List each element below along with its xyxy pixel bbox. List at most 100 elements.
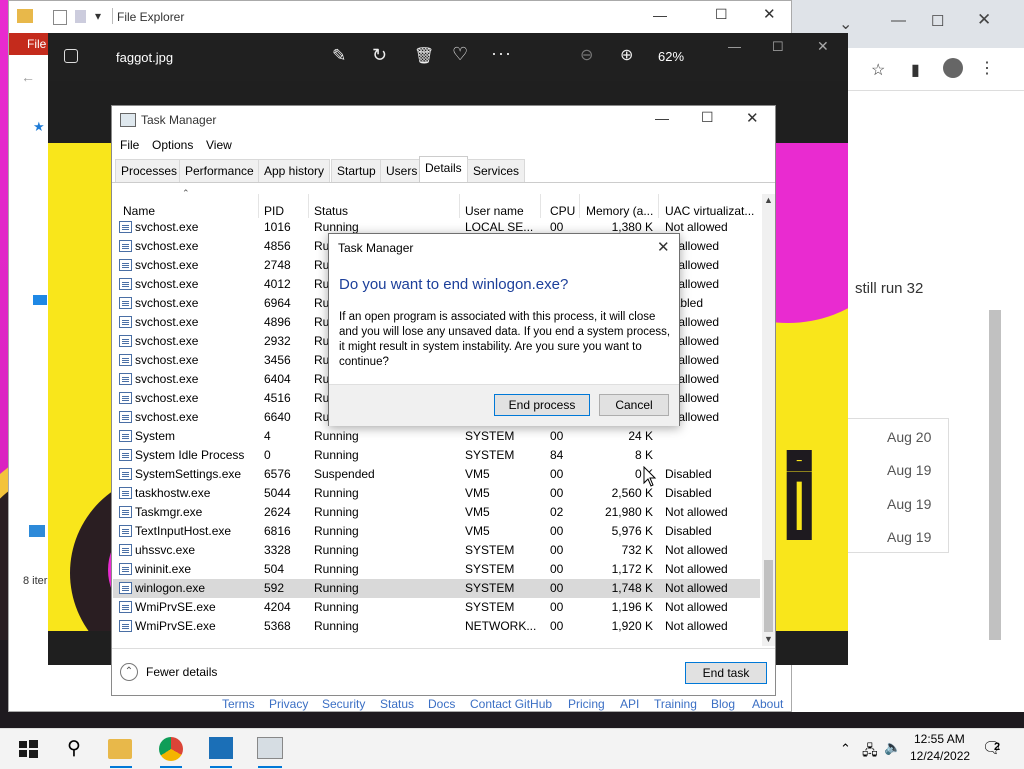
clock-date[interactable]: 12/24/2022 — [910, 749, 970, 763]
new-folder-icon[interactable] — [75, 10, 86, 23]
tab-startup[interactable]: Startup — [331, 159, 382, 182]
delete-icon[interactable]: 🗑 — [414, 46, 434, 66]
minimize-icon[interactable]: — — [728, 39, 741, 54]
star-icon[interactable]: ☆ — [871, 60, 885, 80]
github-footer: Terms Privacy Security Status Docs Conta… — [220, 696, 790, 712]
menu-options[interactable]: Options — [152, 138, 193, 152]
properties-icon[interactable] — [53, 10, 67, 25]
footer-link[interactable]: About — [752, 697, 783, 711]
zoom-in-icon[interactable]: ⊕ — [620, 45, 633, 65]
cell-name: Taskmgr.exe — [135, 505, 203, 519]
close-icon[interactable]: ✕ — [746, 109, 759, 127]
table-row[interactable]: System 4 Running SYSTEM 00 24 K — [113, 427, 760, 446]
close-icon[interactable]: ✕ — [657, 238, 670, 256]
footer-link[interactable]: API — [620, 697, 639, 711]
footer-link[interactable]: Status — [380, 697, 414, 711]
maximize-icon[interactable]: ☐ — [715, 6, 728, 23]
table-row[interactable]: winlogon.exe 592 Running SYSTEM 00 1,748 K Not… — [113, 579, 760, 598]
table-row[interactable]: uhssvc.exe 3328 Running SYSTEM 00 732 K Not al… — [113, 541, 760, 560]
task-manager-taskbar-icon[interactable] — [257, 737, 283, 759]
back-arrow-icon[interactable]: ← — [21, 69, 35, 85]
chrome-menu-icon[interactable]: ⋮ — [979, 58, 995, 78]
scroll-down-icon[interactable]: ▼ — [764, 634, 773, 644]
network-icon[interactable] — [29, 525, 45, 537]
search-icon[interactable]: ⚲ — [60, 735, 88, 763]
profile-avatar[interactable] — [943, 58, 963, 78]
more-options-icon[interactable]: ··· — [491, 43, 512, 64]
table-row[interactable]: wininit.exe 504 Running SYSTEM 00 1,172 K Not … — [113, 560, 760, 579]
cancel-button[interactable]: Cancel — [599, 394, 669, 416]
heart-icon[interactable]: ♡ — [452, 44, 468, 65]
end-process-button[interactable]: End process — [494, 394, 590, 416]
process-icon — [119, 297, 132, 309]
close-icon[interactable]: ✕ — [763, 5, 776, 23]
footer-link[interactable]: Blog — [711, 697, 735, 711]
cell-user: VM5 — [465, 524, 490, 538]
tab-performance[interactable]: Performance — [179, 159, 260, 182]
column-divider — [540, 194, 541, 218]
sidepanel-icon[interactable]: ▮ — [911, 60, 920, 80]
table-row[interactable]: SystemSettings.exe6576SuspendedVM5000 KD… — [113, 465, 760, 484]
menu-file[interactable]: File — [120, 138, 139, 152]
end-task-button[interactable]: End task — [685, 662, 767, 684]
maximize-icon[interactable]: ☐ — [701, 109, 714, 126]
table-row[interactable]: taskhostw.exe 5044 Running VM5 00 2,560 K Disa… — [113, 484, 760, 503]
maximize-icon[interactable]: ☐ — [772, 39, 784, 55]
tab-users[interactable]: Users — [380, 159, 424, 182]
volume-icon[interactable]: 🔈 — [884, 739, 901, 756]
footer-link[interactable]: Terms — [222, 697, 255, 711]
close-icon[interactable]: ✕ — [977, 10, 991, 30]
quick-access-star-icon[interactable]: ★ — [33, 119, 45, 135]
windows-start-icon[interactable] — [14, 735, 42, 763]
cell-mem: 5,976 K — [611, 524, 653, 538]
table-row[interactable]: System Idle Process 0 Running SYSTEM 84 8 K — [113, 446, 760, 465]
scrollbar-thumb[interactable] — [764, 560, 773, 632]
edit-icon[interactable]: ✎ — [332, 46, 346, 66]
tab-processes[interactable]: Processes — [115, 159, 184, 182]
footer-link[interactable]: Privacy — [269, 697, 308, 711]
file-explorer-taskbar-icon[interactable] — [108, 739, 132, 759]
end-process-dialog[interactable]: Task Manager ✕ Do you want to end winlog… — [328, 233, 680, 426]
close-icon[interactable]: ✕ — [817, 38, 829, 55]
this-pc-icon[interactable] — [33, 295, 47, 305]
footer-link[interactable]: Security — [322, 697, 365, 711]
clock-time[interactable]: 12:55 AM — [914, 732, 965, 746]
chevron-up-icon[interactable]: ⌃ — [840, 741, 851, 757]
table-row[interactable]: Taskmgr.exe 2624 Running VM5 02 21,980 K Not a… — [113, 503, 760, 522]
image-filename: faggot.jpg — [116, 50, 174, 65]
tab-app-history[interactable]: App history — [258, 159, 331, 182]
network-icon[interactable]: 🖧 — [862, 740, 878, 764]
chevron-up-icon[interactable]: ⌃ — [120, 663, 138, 681]
chevron-down-icon[interactable]: ⌄ — [839, 14, 852, 34]
table-row[interactable]: TextInputHost.exe 6816 Running VM5 00 5,976 K… — [113, 522, 760, 541]
zoom-out-icon[interactable]: ⊖ — [580, 45, 593, 65]
cell-name: SystemSettings.exe — [135, 467, 242, 481]
zoom-level: 62% — [658, 49, 685, 64]
table-row[interactable]: WmiPrvSE.exe 4204 Running SYSTEM 00 1,196 K No… — [113, 598, 760, 617]
rotate-icon[interactable]: ↻ — [372, 45, 387, 66]
fewer-details-link[interactable]: Fewer details — [146, 665, 217, 679]
minimize-icon[interactable]: — — [891, 12, 906, 29]
maximize-icon[interactable]: ☐ — [931, 12, 944, 30]
cell-mem: 21,980 K — [604, 505, 653, 519]
tab-details[interactable]: Details — [419, 156, 468, 183]
minimize-icon[interactable]: — — [655, 110, 669, 126]
photos-taskbar-icon[interactable] — [209, 737, 233, 759]
scroll-up-icon[interactable]: ▲ — [764, 195, 773, 205]
minimize-icon[interactable]: — — [653, 7, 667, 23]
footer-link[interactable]: Contact GitHub — [470, 697, 552, 711]
tab-services[interactable]: Services — [467, 159, 526, 182]
chrome-scrollbar[interactable] — [989, 310, 1001, 640]
menu-view[interactable]: View — [206, 138, 232, 152]
chrome-taskbar-icon[interactable] — [159, 737, 183, 761]
chevron-down-icon[interactable]: ▾ — [95, 9, 101, 23]
footer-link[interactable]: Training — [654, 697, 697, 711]
notification-count: 2 — [994, 741, 1001, 753]
table-row[interactable]: WmiPrvSE.exe 5368 Running NETWORK... 00 1,920… — [113, 617, 760, 636]
footer-link[interactable]: Pricing — [568, 697, 605, 711]
file-ribbon-tab[interactable]: File — [9, 33, 49, 55]
vertical-scrollbar[interactable]: ▲ ▼ — [762, 194, 775, 646]
gallery-icon[interactable] — [64, 49, 78, 63]
footer-link[interactable]: Docs — [428, 697, 455, 711]
cell-name: wininit.exe — [135, 562, 192, 576]
